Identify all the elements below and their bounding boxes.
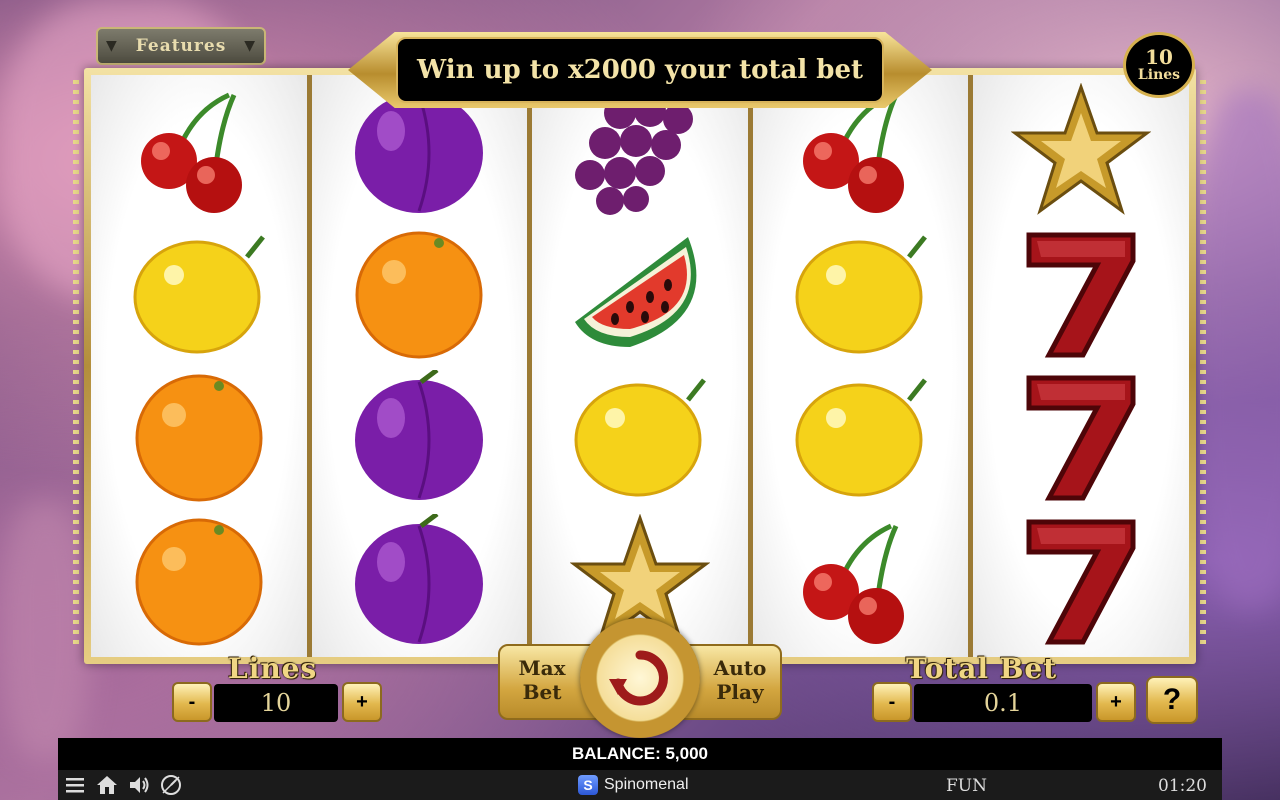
lines-decrease-button[interactable]: - [172,682,212,722]
lines-increase-button[interactable]: + [342,682,382,722]
spin-button[interactable] [580,618,700,738]
lines-value: 10 [214,684,338,722]
help-button[interactable]: ? [1146,676,1198,724]
reels-container [91,75,1189,657]
plum-icon [344,368,494,508]
total-bet-value: 0.1 [914,684,1092,722]
lemon-icon [786,368,936,508]
lemon-icon [786,224,936,364]
left-light-dots [73,80,79,650]
seven-icon [1006,224,1156,364]
reel-2 [311,75,528,657]
menu-icon[interactable] [64,774,86,796]
lemon-icon [124,224,274,364]
orange-icon [344,224,494,364]
home-icon[interactable] [96,774,118,796]
bottom-bar: S Spinomenal FUN 01:20 [58,770,1222,800]
brand-name: Spinomenal [604,776,689,793]
spinomenal-logo-icon: S [578,775,598,795]
lines-badge-text: Lines [1137,67,1181,84]
seven-icon [1006,511,1156,651]
reel-1 [91,75,307,657]
seven-icon [1006,368,1156,508]
game-mode: FUN [946,776,987,796]
reel-5 [973,75,1189,657]
lemon-icon [565,368,715,508]
star-icon [1006,81,1156,221]
total-bet-label: Total Bet [906,652,1058,685]
features-label: Features [135,36,227,56]
orange-icon [124,511,274,651]
lines-badge: 10 Lines [1123,32,1195,98]
spin-arrow-icon [598,636,682,720]
triangle-down-icon: ▼ [106,38,118,54]
features-button[interactable]: ▼ Features ▼ [96,27,266,65]
cherry-icon [124,81,274,221]
balance-text: BALANCE: 5,000 [571,744,709,763]
cherry-icon [786,511,936,651]
brand: S Spinomenal [578,775,689,795]
watermelon-icon [565,224,715,364]
auto-play-button[interactable]: Auto Play [702,652,778,710]
right-light-dots [1200,80,1206,650]
bet-increase-button[interactable]: + [1096,682,1136,722]
sound-icon[interactable] [128,774,150,796]
orange-icon [124,368,274,508]
balance-bar: BALANCE: 5,000 [58,738,1222,770]
clock: 01:20 [1158,776,1207,796]
reels-frame [84,68,1196,664]
reel-3 [532,75,748,657]
plum-icon [344,511,494,651]
win-banner: Win up to x2000 your total bet [396,37,884,103]
speed-icon[interactable] [160,774,182,796]
lines-badge-number: 10 [1145,45,1173,70]
bet-decrease-button[interactable]: - [872,682,912,722]
max-bet-button[interactable]: Max Bet [504,652,580,710]
triangle-down-icon: ▼ [244,38,256,54]
lines-label: Lines [228,652,318,685]
reel-4 [752,75,969,657]
